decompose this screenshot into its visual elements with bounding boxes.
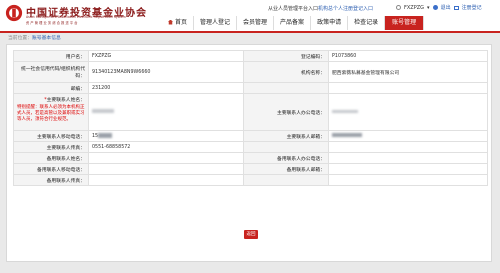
empty-label xyxy=(243,82,329,94)
nav-home[interactable]: 首页 xyxy=(162,16,195,30)
primary-contact-mobile-value: 15 xyxy=(88,130,244,142)
breadcrumb-prefix: 当前位置： xyxy=(8,36,32,41)
nav-policy-application[interactable]: 政策申请 xyxy=(311,16,349,30)
username-value: FXZPZG xyxy=(88,50,244,62)
logout-link[interactable]: 退出 xyxy=(441,4,451,11)
nav-home-label: 首页 xyxy=(175,19,188,26)
redacted-value xyxy=(332,133,362,138)
empty-label xyxy=(243,174,329,186)
home-icon xyxy=(168,19,173,25)
redacted-value xyxy=(98,133,113,138)
empty-value xyxy=(328,141,488,153)
backup-contact-office-phone-value xyxy=(328,152,488,164)
table-row: 邮编： 231200 xyxy=(13,82,488,94)
main-nav: 首页 管理人登记 会员管理 产品备案 政策申请 检查记录 账号管理 xyxy=(162,16,425,30)
primary-contact-fax-value: 0551-68858572 xyxy=(88,141,244,153)
username[interactable]: FXZPZG xyxy=(404,5,424,11)
table-row: 用户名： FXZPZG 登记编码： P1073860 xyxy=(13,50,488,62)
top-links: 从业人员管理平台入口机构总个人注册登记入口 xyxy=(268,5,373,12)
nav-membership[interactable]: 会员管理 xyxy=(237,16,275,30)
empty-value xyxy=(328,82,488,94)
breadcrumb: 当前位置：账号基本信息 xyxy=(8,34,61,41)
redacted-value xyxy=(92,109,114,114)
logout-icon[interactable] xyxy=(432,5,438,10)
table-row: 主要联系人移动电话： 15 主要联系人邮箱： xyxy=(13,130,488,142)
contact-warning: 特别提醒：联系人必须为本机构正式人员，若是高管以及兼职或实习等人员，须符合行业规… xyxy=(17,105,85,122)
backup-contact-office-phone-label: 备用联系人办公电话： xyxy=(243,152,329,164)
primary-contact-name-value xyxy=(88,93,244,131)
backup-contact-mobile-value xyxy=(88,163,244,175)
account-info-panel: 用户名： FXZPZG 登记编码： P1073860 统一社会信用代码/组织机构… xyxy=(6,44,492,262)
registration-entry-link[interactable]: 机构总个人注册登记入口 xyxy=(318,6,373,12)
primary-contact-email-label: 主要联系人邮箱： xyxy=(243,130,329,142)
postcode-value: 231200 xyxy=(88,82,244,94)
nav-account-management[interactable]: 账号管理 xyxy=(385,16,425,30)
register-link[interactable]: 注册登记 xyxy=(462,4,482,11)
table-row: 统一社会信用代码/组织机构代码： 91340123MA8N9W6660 机构名称… xyxy=(13,61,488,83)
primary-contact-office-phone-value xyxy=(328,93,488,131)
empty-label xyxy=(243,141,329,153)
top-prefix: 从业人员管理平台入口 xyxy=(268,6,319,12)
primary-contact-name-text: 主要联系人姓名： xyxy=(46,98,85,103)
primary-contact-name-label: *主要联系人姓名： 特别提醒：联系人必须为本机构正式人员，若是高管以及兼职或实习… xyxy=(13,93,89,131)
chevron-down-icon[interactable]: ▾ xyxy=(427,5,430,11)
backup-contact-mobile-label: 备用联系人移动电话： xyxy=(13,163,89,175)
user-box: FXZPZG ▾ 退出 注册登记 xyxy=(396,4,482,11)
backup-contact-fax-label: 备用联系人传真： xyxy=(13,174,89,186)
registration-code-value: P1073860 xyxy=(328,50,488,62)
postcode-label: 邮编： xyxy=(13,82,89,94)
table-row: 主要联系人传真： 0551-68858572 xyxy=(13,141,488,153)
header-divider xyxy=(0,31,500,33)
backup-contact-fax-value xyxy=(88,174,244,186)
credit-code-value: 91340123MA8N9W6660 xyxy=(88,61,244,83)
return-button[interactable]: 返回 xyxy=(244,230,258,239)
account-info-table: 用户名： FXZPZG 登记编码： P1073860 统一社会信用代码/组织机构… xyxy=(13,50,488,186)
org-name-label: 机构名称： xyxy=(243,61,329,83)
org-name-value: 肥西紫薇私募基金管理有限公司 xyxy=(328,61,488,83)
nav-manager-registration[interactable]: 管理人登记 xyxy=(194,16,238,30)
redacted-value xyxy=(332,109,358,113)
primary-contact-mobile-label: 主要联系人移动电话： xyxy=(13,130,89,142)
nav-inspection-records[interactable]: 检查记录 xyxy=(348,16,386,30)
brand-english: Asset Management Association Electronic … xyxy=(26,15,126,19)
association-logo-icon xyxy=(5,4,23,22)
primary-contact-office-phone-label: 主要联系人办公电话： xyxy=(243,93,329,131)
backup-contact-name-label: 备用联系人姓名： xyxy=(13,152,89,164)
credit-code-label: 统一社会信用代码/组织机构代码： xyxy=(13,61,89,83)
table-row: 备用联系人姓名： 备用联系人办公电话： xyxy=(13,152,488,164)
breadcrumb-current[interactable]: 账号基本信息 xyxy=(32,36,61,41)
backup-contact-email-value xyxy=(328,163,488,175)
user-icon xyxy=(396,5,401,10)
nav-product-filing[interactable]: 产品备案 xyxy=(274,16,312,30)
brand-subtitle: 资产管理业务综合报送平台 xyxy=(26,21,79,25)
backup-contact-name-value xyxy=(88,152,244,164)
registration-code-label: 登记编码： xyxy=(243,50,329,62)
table-row: 备用联系人移动电话： 备用联系人邮箱： xyxy=(13,163,488,175)
top-bar: 中国证券投资基金业协会 Asset Management Association… xyxy=(0,0,500,32)
backup-contact-email-label: 备用联系人邮箱： xyxy=(243,163,329,175)
table-row: 备用联系人传真： xyxy=(13,174,488,186)
mail-icon[interactable] xyxy=(453,5,459,10)
table-row: *主要联系人姓名： 特别提醒：联系人必须为本机构正式人员，若是高管以及兼职或实习… xyxy=(13,93,488,131)
primary-contact-email-value xyxy=(328,130,488,142)
username-label: 用户名： xyxy=(13,50,89,62)
primary-contact-fax-label: 主要联系人传真： xyxy=(13,141,89,153)
empty-value xyxy=(328,174,488,186)
